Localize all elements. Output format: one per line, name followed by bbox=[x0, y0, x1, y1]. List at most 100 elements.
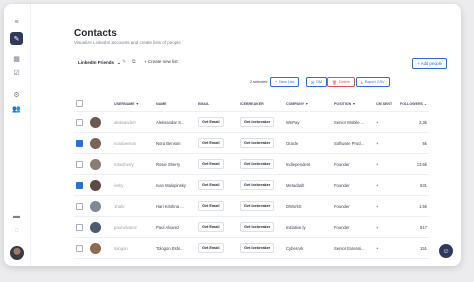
checkbox[interactable] bbox=[76, 181, 83, 189]
cm-sent-cell[interactable]: + bbox=[374, 216, 398, 238]
people-icon[interactable]: 👥 bbox=[10, 102, 23, 115]
edit-list-icon[interactable]: ✎ bbox=[122, 59, 126, 65]
avatar[interactable] bbox=[90, 116, 101, 128]
filter-icon[interactable]: ▼ bbox=[352, 102, 356, 106]
check-square-icon[interactable]: ☑ bbox=[10, 66, 23, 79]
cm-sent-cell[interactable]: + bbox=[374, 237, 398, 259]
table-row[interactable]: aleksandert Aleksandar S... Get Email Get I… bbox=[74, 111, 429, 133]
row-select[interactable] bbox=[74, 153, 88, 175]
get-icebreaker-button[interactable]: Get Icebreaker bbox=[240, 243, 275, 253]
copy-icon[interactable]: ⧉ bbox=[132, 59, 136, 65]
avatar[interactable] bbox=[90, 200, 101, 212]
cm-sent-cell[interactable]: + bbox=[374, 195, 398, 217]
header-cm-sent[interactable]: CM SENT bbox=[374, 96, 398, 112]
grid-icon[interactable]: ▦ bbox=[10, 52, 23, 65]
filter-icon[interactable]: ▼ bbox=[136, 102, 140, 106]
get-icebreaker-button[interactable]: Get Icebreaker bbox=[240, 117, 275, 127]
checkbox[interactable] bbox=[76, 118, 83, 126]
get-email-button[interactable]: Get Email bbox=[198, 138, 224, 148]
username-cell[interactable]: paul-alvarez bbox=[112, 216, 154, 238]
avatar[interactable] bbox=[90, 158, 101, 170]
get-email-button[interactable]: Get Email bbox=[198, 222, 224, 232]
get-email-button[interactable]: Get Email bbox=[198, 159, 224, 169]
username-cell[interactable]: tologon bbox=[112, 237, 154, 259]
avatar[interactable] bbox=[90, 221, 101, 233]
settings-icon[interactable]: ⚙ bbox=[10, 88, 23, 101]
table-row[interactable]: paul-alvarez Paul Alvarez Get Email Get Ice… bbox=[74, 216, 429, 238]
folder-icon[interactable]: ▬ bbox=[10, 210, 23, 223]
add-people-button[interactable]: + Add people bbox=[412, 58, 447, 69]
chat-icon[interactable]: ☺ bbox=[439, 244, 453, 258]
checkbox[interactable] bbox=[76, 244, 83, 252]
row-select[interactable] bbox=[74, 216, 88, 238]
create-new-list-button[interactable]: + Create new list bbox=[144, 59, 178, 64]
avatar[interactable] bbox=[90, 242, 101, 254]
row-select[interactable] bbox=[74, 174, 88, 196]
get-icebreaker-button[interactable]: Get Icebreaker bbox=[240, 180, 275, 190]
name-cell: Aleksandar S... bbox=[154, 111, 196, 133]
cm-sent-cell[interactable]: + bbox=[374, 174, 398, 196]
get-icebreaker-button[interactable]: Get Icebreaker bbox=[240, 201, 275, 211]
get-icebreaker-button[interactable]: Get Icebreaker bbox=[240, 222, 275, 232]
row-select[interactable] bbox=[74, 132, 88, 154]
table-row[interactable]: 1hahr Hari Krishna ... Get Email Get Icebre… bbox=[74, 195, 429, 217]
table-row[interactable]: rosesherry Rosie Sherry Get Email Get Icebr… bbox=[74, 153, 429, 175]
sort-icon[interactable]: ⌄ bbox=[424, 102, 427, 106]
dm-label: DM bbox=[316, 80, 323, 84]
cm-sent-cell[interactable]: + bbox=[374, 153, 398, 175]
get-email-button[interactable]: Get Email bbox=[198, 201, 224, 211]
table-row[interactable]: tologon Tologon Eshi... Get Email Get Icebr… bbox=[74, 237, 429, 259]
company-cell: WePay bbox=[284, 111, 332, 133]
username-cell[interactable]: rosesherry bbox=[112, 153, 154, 175]
company-cell: Initiative.ly bbox=[284, 216, 332, 238]
export-csv-button[interactable]: ⤓ Export CSV bbox=[356, 77, 390, 87]
get-icebreaker-button[interactable]: Get Icebreaker bbox=[240, 159, 275, 169]
get-email-button[interactable]: Get Email bbox=[198, 243, 224, 253]
row-select[interactable] bbox=[74, 237, 88, 259]
header-name[interactable]: NAME bbox=[154, 96, 196, 112]
dm-button[interactable]: ✉ DM bbox=[306, 77, 328, 87]
filter-icon[interactable]: ▼ bbox=[305, 102, 309, 106]
username-cell[interactable]: ivsky bbox=[112, 174, 154, 196]
header-company-label: COMPANY bbox=[286, 101, 305, 106]
get-icebreaker-button[interactable]: Get Icebreaker bbox=[240, 138, 275, 148]
username-cell[interactable]: aleksandert bbox=[112, 111, 154, 133]
header-company[interactable]: COMPANY ▼ bbox=[284, 96, 332, 112]
avatar[interactable] bbox=[90, 137, 101, 149]
header-followers[interactable]: FOLLOWERS ⌄ bbox=[398, 96, 429, 112]
position-cell: Founder bbox=[332, 153, 374, 175]
edit-icon[interactable]: ✎ bbox=[10, 32, 23, 45]
header-icebreaker[interactable]: ICEBREAKER bbox=[238, 96, 284, 112]
header-select-all[interactable] bbox=[74, 96, 88, 112]
row-select[interactable] bbox=[74, 195, 88, 217]
get-email-button[interactable]: Get Email bbox=[198, 180, 224, 190]
email-cell: Get Email bbox=[196, 195, 238, 217]
table-header-row: USERNAME ▼ NAME EMAIL ICEBREAKER COMPANY… bbox=[74, 96, 429, 112]
header-email[interactable]: EMAIL bbox=[196, 96, 238, 112]
checkbox[interactable] bbox=[76, 160, 83, 168]
header-position[interactable]: POSITION ▼ bbox=[332, 96, 374, 112]
username-cell[interactable]: 1hahr bbox=[112, 195, 154, 217]
row-select[interactable] bbox=[74, 111, 88, 133]
checkbox[interactable] bbox=[76, 139, 83, 147]
new-list-button[interactable]: + New List bbox=[270, 77, 299, 87]
cm-sent-cell[interactable]: + bbox=[374, 132, 398, 154]
username-cell[interactable]: norabenson bbox=[112, 132, 154, 154]
header-username[interactable]: USERNAME ▼ bbox=[112, 96, 154, 112]
table-row[interactable]: ivsky Ivan Malopinsky Get Email Get Icebrea… bbox=[74, 174, 429, 196]
table-row[interactable]: norabenson Nora Benson Get Email Get Icebre… bbox=[74, 132, 429, 154]
checkbox[interactable] bbox=[76, 202, 83, 210]
checkbox[interactable] bbox=[76, 100, 83, 107]
get-email-button[interactable]: Get Email bbox=[198, 117, 224, 127]
avatar[interactable] bbox=[10, 246, 24, 260]
email-cell: Get Email bbox=[196, 111, 238, 133]
checkbox[interactable] bbox=[76, 223, 83, 231]
delete-button[interactable]: 🗑 Delete bbox=[327, 77, 355, 87]
company-cell: CyberArk bbox=[284, 237, 332, 259]
chat-icon[interactable]: ◌ bbox=[10, 224, 23, 237]
avatar[interactable] bbox=[90, 179, 101, 191]
menu-icon[interactable]: ≡ bbox=[10, 16, 23, 29]
delete-label: Delete bbox=[338, 80, 350, 84]
list-selector[interactable]: LinkedIn Friends ⌄ bbox=[74, 58, 125, 67]
cm-sent-cell[interactable]: + bbox=[374, 111, 398, 133]
